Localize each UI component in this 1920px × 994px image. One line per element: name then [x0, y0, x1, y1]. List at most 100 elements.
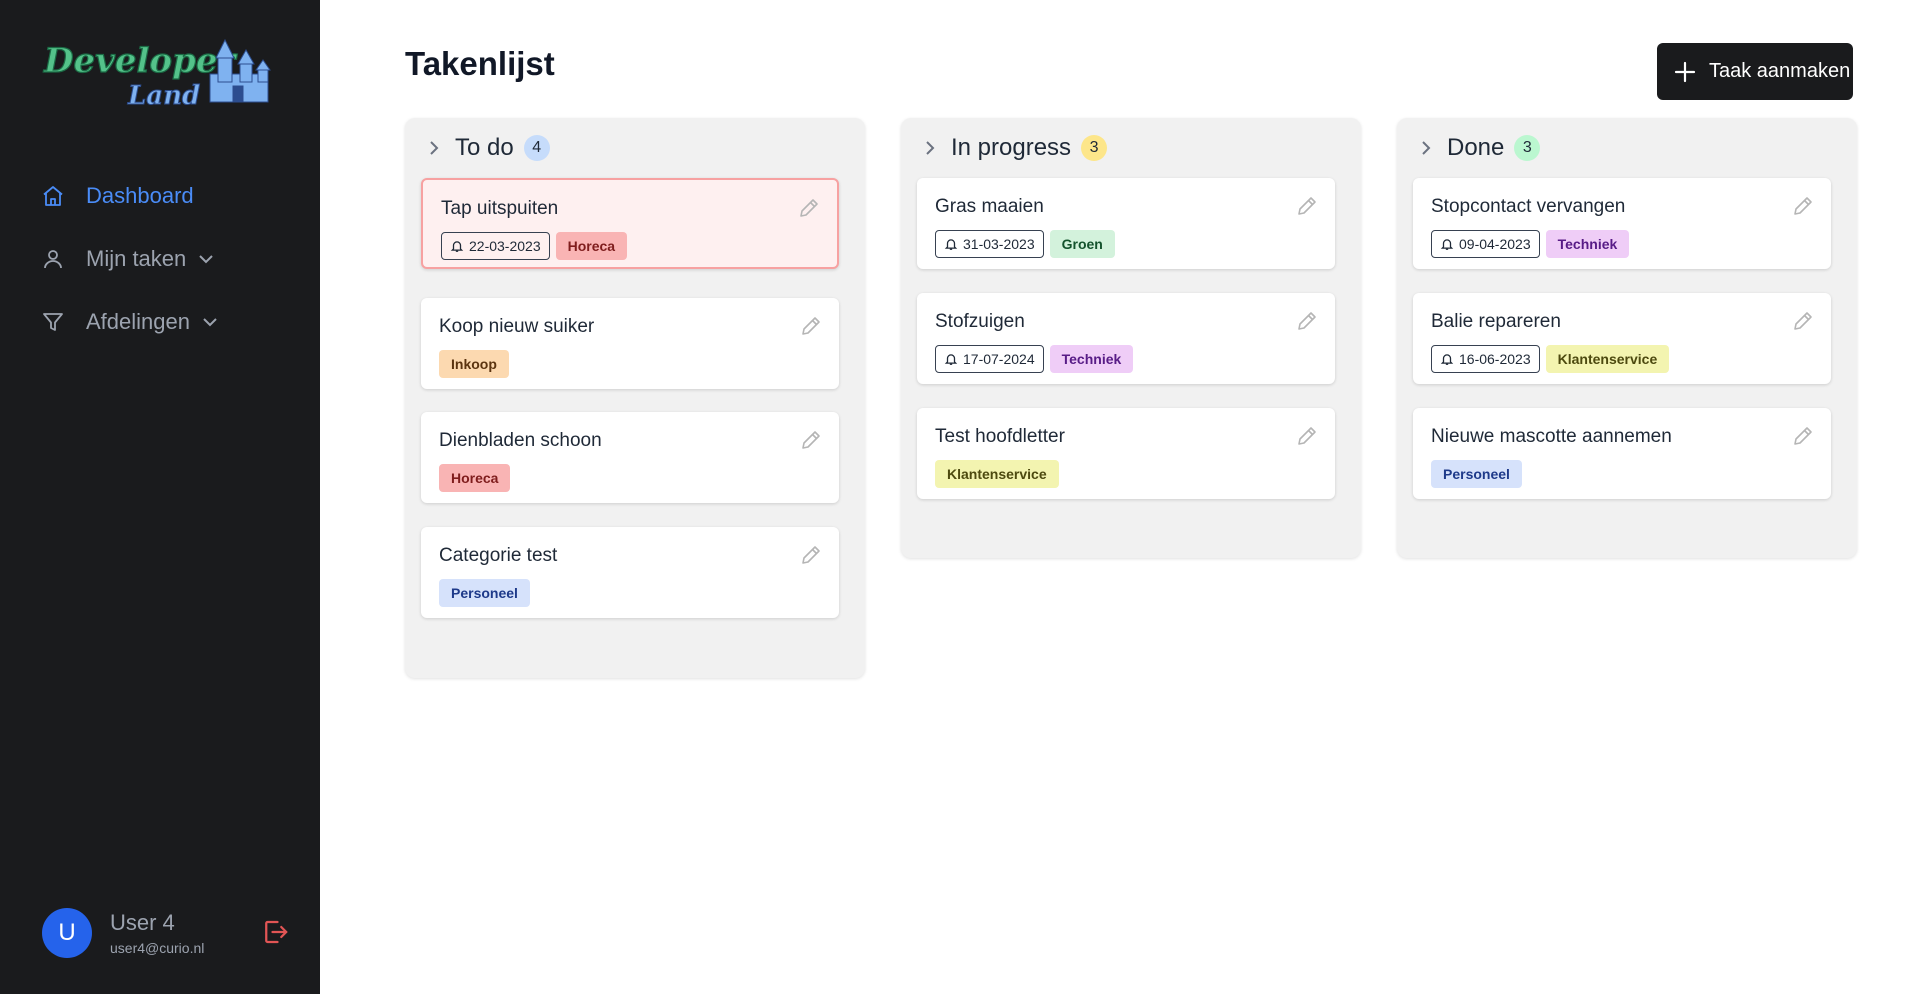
due-date: 16-06-2023: [1459, 351, 1531, 367]
department-tag: Techniek: [1049, 345, 1134, 373]
bell-icon: [1440, 352, 1454, 366]
due-date-badge: 31-03-2023: [935, 230, 1044, 258]
task-tags: 16-06-2023 Klantenservice: [1431, 345, 1670, 373]
due-date: 31-03-2023: [963, 236, 1035, 252]
edit-icon[interactable]: [799, 314, 823, 338]
user-name: User 4: [110, 910, 175, 935]
department-tag: Klantenservice: [1545, 345, 1670, 373]
department-tag: Inkoop: [439, 350, 509, 378]
department-tag: Horeca: [555, 232, 628, 260]
department-tag: Horeca: [439, 464, 511, 492]
due-date: 17-07-2024: [963, 351, 1035, 367]
due-date: 22-03-2023: [469, 238, 541, 254]
bell-icon: [944, 237, 958, 251]
column-header: In progress 3: [921, 132, 1361, 164]
task-title: Balie repareren: [1431, 311, 1561, 332]
plus-icon: [1673, 60, 1697, 84]
department-tag: Personeel: [1431, 460, 1522, 488]
nav-afdelingen-label: Afdelingen: [86, 309, 190, 334]
task-card[interactable]: Categorie test Personeel: [421, 527, 839, 618]
task-tags: 09-04-2023 Techniek: [1431, 230, 1630, 258]
task-title: Tap uitspuiten: [441, 198, 559, 219]
create-task-button[interactable]: Taak aanmaken: [1657, 43, 1853, 100]
edit-icon[interactable]: [1295, 424, 1319, 448]
task-card[interactable]: Stofzuigen 17-07-2024 Techniek: [917, 293, 1335, 384]
task-title: Stopcontact vervangen: [1431, 196, 1626, 217]
task-card[interactable]: Nieuwe mascotte aannemen Personeel: [1413, 408, 1831, 499]
task-card[interactable]: Balie repareren 16-06-2023 Klantenservice: [1413, 293, 1831, 384]
task-tags: Klantenservice: [935, 460, 1059, 488]
chevron-down-icon[interactable]: [200, 312, 220, 332]
task-tags: Personeel: [439, 579, 530, 607]
column-header: To do 4: [425, 132, 865, 164]
edit-icon[interactable]: [799, 543, 823, 567]
nav-mijn-taken-label: Mijn taken: [86, 246, 187, 271]
create-task-label: Taak aanmaken: [1709, 60, 1851, 82]
task-card[interactable]: Stopcontact vervangen 09-04-2023 Techniek: [1413, 178, 1831, 269]
task-title: Koop nieuw suiker: [439, 316, 595, 337]
column-title: Done: [1447, 134, 1505, 161]
task-tags: 17-07-2024 Techniek: [935, 345, 1134, 373]
nav-afdelingen[interactable]: Afdelingen: [40, 301, 220, 343]
user-icon: [40, 246, 66, 272]
bell-icon: [944, 352, 958, 366]
edit-icon[interactable]: [1791, 424, 1815, 448]
avatar: U: [42, 908, 92, 958]
task-tags: Horeca: [439, 464, 511, 492]
edit-icon[interactable]: [799, 428, 823, 452]
task-card[interactable]: Test hoofdletter Klantenservice: [917, 408, 1335, 499]
edit-icon[interactable]: [1295, 309, 1319, 333]
nav-dashboard-label: Dashboard: [86, 183, 194, 208]
chevron-right-icon[interactable]: [1417, 139, 1435, 157]
task-title: Categorie test: [439, 545, 558, 566]
task-tags: Personeel: [1431, 460, 1522, 488]
logout-icon[interactable]: [260, 917, 290, 947]
page-title: Takenlijst: [405, 45, 555, 82]
column-in-progress: In progress 3 Gras maaien 31-03-2023 Groen St…: [901, 118, 1361, 558]
user-email: user4@curio.nl: [110, 940, 205, 956]
task-title: Test hoofdletter: [935, 426, 1065, 447]
bell-icon: [1440, 237, 1454, 251]
svg-text:Land: Land: [127, 81, 200, 111]
task-card[interactable]: Koop nieuw suiker Inkoop: [421, 298, 839, 389]
task-title: Nieuwe mascotte aannemen: [1431, 426, 1672, 447]
due-date-badge: 09-04-2023: [1431, 230, 1540, 258]
task-title: Stofzuigen: [935, 311, 1025, 332]
due-date-badge: 16-06-2023: [1431, 345, 1540, 373]
edit-icon[interactable]: [1791, 309, 1815, 333]
edit-icon[interactable]: [797, 196, 821, 220]
column-count-badge: 3: [1081, 135, 1108, 161]
column-count-badge: 4: [523, 135, 550, 161]
task-card[interactable]: Gras maaien 31-03-2023 Groen: [917, 178, 1335, 269]
edit-icon[interactable]: [1295, 194, 1319, 218]
home-icon: [40, 183, 66, 209]
nav-dashboard[interactable]: Dashboard: [40, 175, 220, 217]
nav-mijn-taken[interactable]: Mijn taken: [40, 238, 220, 280]
due-date: 09-04-2023: [1459, 236, 1531, 252]
user-info: User 4 user4@curio.nl: [110, 910, 204, 956]
department-tag: Techniek: [1545, 230, 1630, 258]
logo[interactable]: Developer Land: [40, 34, 285, 114]
svg-text:Developer: Developer: [43, 41, 238, 81]
column-count-badge: 3: [1514, 135, 1541, 161]
chevron-right-icon[interactable]: [921, 139, 939, 157]
task-title: Gras maaien: [935, 196, 1044, 217]
due-date-badge: 17-07-2024: [935, 345, 1044, 373]
column-header: Done 3: [1417, 132, 1857, 164]
user-profile[interactable]: U User 4 user4@curio.nl: [42, 908, 204, 958]
task-tags: 22-03-2023 Horeca: [441, 232, 628, 260]
department-tag: Groen: [1049, 230, 1115, 258]
column-title: In progress: [951, 134, 1072, 161]
task-tags: 31-03-2023 Groen: [935, 230, 1115, 258]
task-card[interactable]: Tap uitspuiten 22-03-2023 Horeca: [421, 178, 839, 269]
task-card[interactable]: Dienbladen schoon Horeca: [421, 412, 839, 503]
chevron-right-icon[interactable]: [425, 139, 443, 157]
filter-icon: [40, 309, 66, 335]
department-tag: Klantenservice: [935, 460, 1059, 488]
column-done: Done 3 Stopcontact vervangen 09-04-2023 Tech…: [1397, 118, 1857, 558]
sidebar: Developer Land Dashboard Mijn taken Afde…: [0, 0, 320, 994]
department-tag: Personeel: [439, 579, 530, 607]
task-tags: Inkoop: [439, 350, 509, 378]
edit-icon[interactable]: [1791, 194, 1815, 218]
chevron-down-icon[interactable]: [196, 249, 216, 269]
